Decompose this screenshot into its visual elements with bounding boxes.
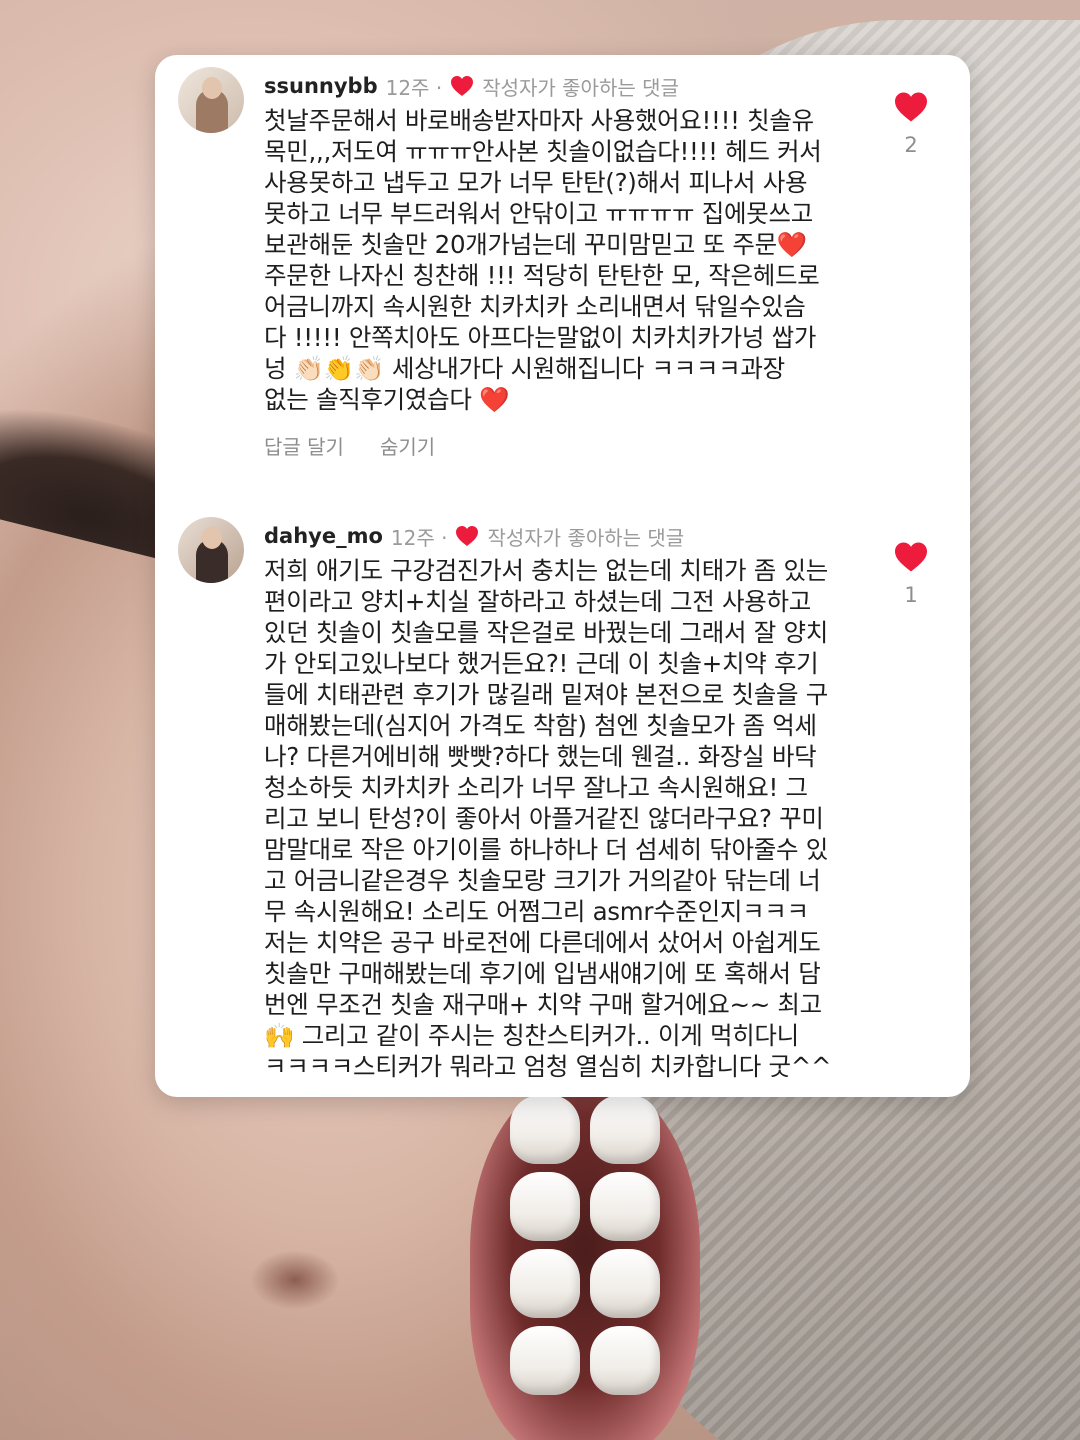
avatar[interactable] (178, 517, 244, 583)
comment-line: 다 !!!!! 안쪽치아도 아프다는말없이 치카치카가넝 쌉가 (264, 323, 817, 352)
heart-icon (456, 526, 479, 546)
comment-line: 맘말대로 작은 아기이를 하나하나 더 섬세히 닦아줄수 있 (264, 835, 828, 864)
comment-line: 무 속시원해요! 소리도 어쩜그리 asmr수준인지ㅋㅋㅋ (264, 897, 809, 926)
reply-button[interactable]: 답글 달기 (264, 431, 344, 460)
comment-line: 리고 보니 탄성?이 좋아서 아플거같진 않더라구요? 꾸미 (264, 804, 824, 833)
author-liked-label: 작성자가 좋아하는 댓글 (482, 75, 679, 100)
photo-nose (250, 1250, 340, 1310)
comment-line: 주문한 나자신 칭찬해 !!! 적당히 탄탄한 모, 작은헤드로 (264, 261, 820, 290)
like-column: 1 (891, 541, 931, 607)
heart-icon[interactable] (893, 91, 929, 123)
comment-line: 칫솔만 구매해봤는데 후기에 입냄새얘기에 또 혹해서 담 (264, 959, 821, 988)
username[interactable]: dahye_mo (264, 524, 383, 548)
comment-line: 첫날주문해서 바로배송받자마자 사용했어요!!!! 칫솔유 (264, 106, 814, 135)
comment-line: 사용못하고 냅두고 모가 너무 탄탄(?)해서 피나서 사용 (264, 168, 808, 197)
comment-line: 가 안되고있나보다 했거든요?! 근데 이 칫솔+치약 후기 (264, 649, 819, 678)
comment-line: 어금니까지 속시원한 치카치카 소리내면서 닦일수있슴 (264, 292, 806, 321)
comment-line: 나? 다른거에비해 빳빳?하다 했는데 웬걸.. 화장실 바닥 (264, 742, 817, 771)
comment-line: 목민,,,저도여 ㅠㅠㅠ안사본 칫솔이없습다!!!! 헤드 커서 (264, 137, 822, 166)
hide-button[interactable]: 숨기기 (380, 431, 435, 460)
avatar[interactable] (178, 67, 244, 133)
comment-line: 편이라고 양치+치실 잘하라고 하셨는데 그전 사용하고 (264, 587, 811, 616)
heart-icon[interactable] (893, 541, 929, 573)
comment-line: ㅋㅋㅋㅋ스티커가 뭐라고 엄청 열심히 치카합니다 굿^^ (264, 1052, 832, 1081)
username[interactable]: ssunnybb (264, 74, 378, 98)
comment-text: 첫날주문해서 바로배송받자마자 사용했어요!!!! 칫솔유 목민,,,저도여 ㅠ… (264, 105, 860, 415)
comment-line: 🙌 그리고 같이 주시는 칭찬스티커가.. 이게 먹히다니 (264, 1021, 799, 1050)
like-count: 2 (904, 133, 918, 157)
comment-time: 12주 · (390, 525, 448, 550)
comment-line: 보관해둔 칫솔만 20개가넘는데 꾸미맘믿고 또 주문❤️ (264, 230, 808, 259)
comment-actions: 답글 달기 숨기기 (264, 431, 435, 460)
comment-line: 들에 치태관련 후기가 많길래 밑져야 본전으로 칫솔을 구 (264, 680, 828, 709)
comment-line: 고 어금니같은경우 칫솔모랑 크기가 거의같아 닦는데 너 (264, 866, 821, 895)
comment-line: 매해봤는데(심지어 가격도 착함) 첨엔 칫솔모가 좀 억세 (264, 711, 817, 740)
like-count: 1 (904, 583, 918, 607)
comment-line: 저희 애기도 구강검진가서 충치는 없는데 치태가 좀 있는 (264, 556, 828, 585)
comment-line: 저는 치약은 공구 바로전에 다른데에서 샀어서 아쉽게도 (264, 928, 821, 957)
comment-line: 번엔 무조건 칫솔 재구매+ 치약 구매 할거에요~~ 최고 (264, 990, 822, 1019)
comment-line: 없는 솔직후기였습다 ❤️ (264, 385, 510, 414)
comment-card: ssunnybb 12주 · 작성자가 좋아하는 댓글 첫날주문해서 바로배송받… (155, 55, 970, 1097)
comment-line: 있던 칫솔이 칫솔모를 작은걸로 바꿨는데 그래서 잘 양치 (264, 618, 828, 647)
author-liked-label: 작성자가 좋아하는 댓글 (487, 525, 685, 550)
comment-line: 넝 👏🏻👏👏🏻 세상내가다 시원해집니다 ㅋㅋㅋㅋ과장 (264, 354, 785, 383)
heart-icon (451, 76, 474, 96)
like-column: 2 (891, 91, 931, 157)
photo-teeth (510, 1095, 660, 1395)
comment-line: 청소하듯 치카치카 소리가 너무 잘나고 속시원해요! 그 (264, 773, 808, 802)
comment-text: 저희 애기도 구강검진가서 충치는 없는데 치태가 좀 있는 편이라고 양치+치… (264, 555, 860, 1082)
comment-time: 12주 · (385, 75, 443, 100)
comment-line: 못하고 너무 부드러워서 안닦이고 ㅠㅠㅠㅠ 집에못쓰고 (264, 199, 813, 228)
comment-meta: dahye_mo 12주 · 작성자가 좋아하는 댓글 (264, 521, 684, 551)
comment-meta: ssunnybb 12주 · 작성자가 좋아하는 댓글 (264, 71, 679, 101)
